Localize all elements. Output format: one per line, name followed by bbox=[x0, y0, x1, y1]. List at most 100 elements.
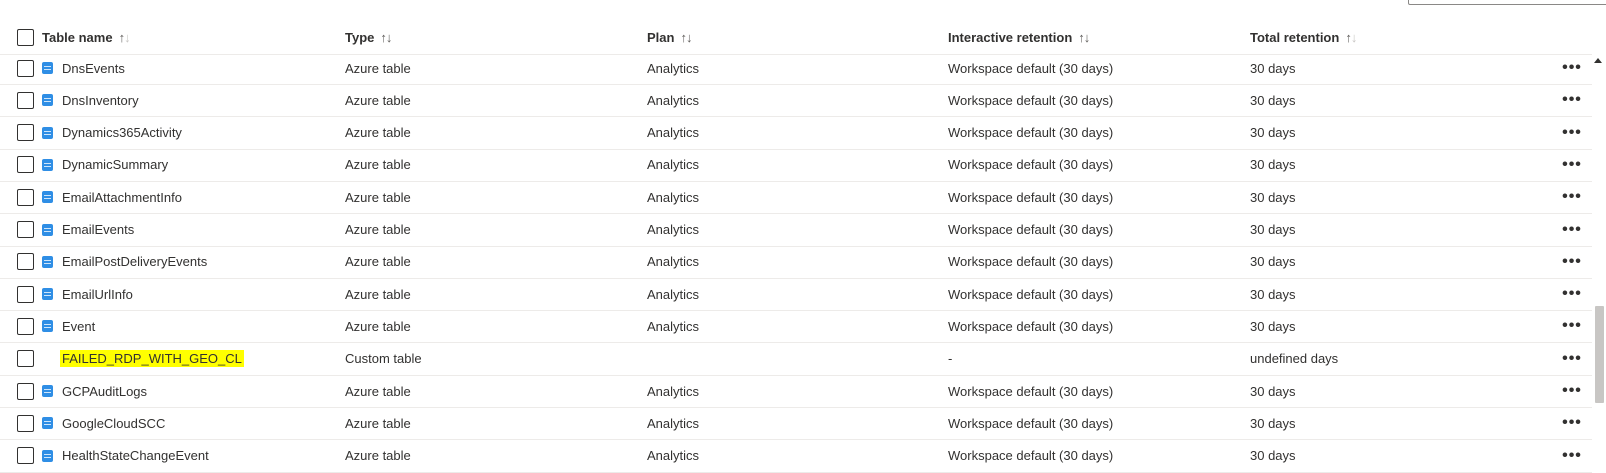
table-icon bbox=[42, 94, 53, 107]
column-header-table-name[interactable]: Table name ↑ ↓ bbox=[42, 20, 130, 54]
column-header-type[interactable]: Type ↑ ↓ bbox=[345, 20, 392, 54]
row-checkbox[interactable] bbox=[17, 317, 34, 335]
more-actions-icon[interactable]: ••• bbox=[1562, 124, 1582, 141]
type-cell: Azure table bbox=[345, 92, 411, 108]
more-actions-icon[interactable]: ••• bbox=[1562, 189, 1582, 205]
table-row[interactable]: EmailEvents Azure table Analytics Workspace… bbox=[0, 214, 1592, 247]
table-name-cell: Event bbox=[42, 310, 95, 342]
more-actions-icon[interactable]: ••• bbox=[1562, 156, 1582, 173]
table-name-cell: FAILED_RDP_WITH_GEO_CL bbox=[42, 343, 244, 375]
interactive-retention-cell: Workspace default (30 days) bbox=[948, 157, 1114, 173]
table-row[interactable]: DynamicSummary Azure table Analytics Worksp… bbox=[0, 149, 1592, 182]
row-checkbox[interactable] bbox=[17, 124, 34, 142]
sort-icon: ↑ ↓ bbox=[680, 29, 692, 45]
row-checkbox[interactable] bbox=[17, 188, 34, 206]
row-checkbox[interactable] bbox=[17, 382, 34, 400]
more-actions-icon[interactable]: ••• bbox=[1562, 350, 1582, 367]
more-actions-icon[interactable]: ••• bbox=[1562, 60, 1582, 76]
type-cell: Azure table bbox=[345, 222, 411, 237]
table-name: GoogleCloudSCC bbox=[62, 415, 166, 431]
scroll-thumb[interactable] bbox=[1595, 306, 1604, 403]
more-actions-icon[interactable]: ••• bbox=[1562, 383, 1582, 399]
total-retention-cell: 30 days bbox=[1250, 189, 1296, 205]
table-name: EmailUrlInfo bbox=[62, 286, 133, 302]
total-retention-cell: 30 days bbox=[1250, 92, 1296, 108]
row-checkbox[interactable] bbox=[17, 447, 34, 465]
more-actions-icon[interactable]: ••• bbox=[1562, 92, 1582, 108]
column-header-plan[interactable]: Plan ↑ ↓ bbox=[647, 20, 692, 54]
vertical-scrollbar[interactable] bbox=[1592, 54, 1606, 465]
plan-cell: Analytics bbox=[647, 383, 700, 399]
total-retention-cell: 30 days bbox=[1250, 222, 1296, 237]
table-row[interactable]: EmailUrlInfo Azure table Analytics Workspac… bbox=[0, 278, 1592, 312]
type-cell: Azure table bbox=[345, 286, 411, 302]
table-icon bbox=[42, 288, 53, 301]
table-row[interactable]: GoogleCloudSCC Azure table Analytics Worksp… bbox=[0, 407, 1592, 441]
column-header-total-retention[interactable]: Total retention ↑ ↓ bbox=[1250, 20, 1357, 54]
plan-cell: Analytics bbox=[647, 60, 700, 76]
type-cell: Azure table bbox=[345, 157, 411, 173]
table-icon bbox=[42, 158, 53, 171]
type-cell: Azure table bbox=[345, 415, 411, 431]
plan-cell: Analytics bbox=[647, 222, 700, 237]
scroll-up-icon[interactable] bbox=[1594, 58, 1602, 63]
table-row[interactable]: Event Azure table Analytics Workspace defau… bbox=[0, 310, 1592, 344]
plan-cell: Analytics bbox=[647, 415, 700, 431]
row-checkbox[interactable] bbox=[17, 59, 34, 77]
more-actions-icon[interactable]: ••• bbox=[1562, 253, 1582, 270]
table-name: EmailEvents bbox=[62, 222, 135, 237]
interactive-retention-cell: Workspace default (30 days) bbox=[948, 92, 1114, 108]
row-checkbox[interactable] bbox=[17, 350, 34, 368]
table-name-cell: EmailPostDeliveryEvents bbox=[42, 246, 207, 278]
sort-icon: ↑ ↓ bbox=[380, 29, 392, 45]
total-retention-cell: 30 days bbox=[1250, 60, 1296, 76]
row-checkbox[interactable] bbox=[17, 156, 34, 174]
table-name: DnsInventory bbox=[62, 92, 139, 108]
total-retention-cell: 30 days bbox=[1250, 448, 1296, 464]
interactive-retention-cell: - bbox=[948, 351, 953, 367]
plan-cell: Analytics bbox=[647, 254, 700, 270]
more-actions-icon[interactable]: ••• bbox=[1562, 286, 1582, 302]
row-checkbox[interactable] bbox=[17, 285, 34, 303]
table-row[interactable]: Dynamics365Activity Azure table Analytics W… bbox=[0, 117, 1592, 150]
table-icon bbox=[42, 255, 53, 268]
table-icon bbox=[42, 126, 53, 139]
table-row[interactable]: EmailPostDeliveryEvents Azure table Analyt… bbox=[0, 246, 1592, 279]
plan-cell: Analytics bbox=[647, 92, 700, 108]
table-row[interactable]: DnsInventory Azure table Analytics Workspac… bbox=[0, 84, 1592, 118]
table-name-cell: GoogleCloudSCC bbox=[42, 407, 165, 439]
sort-icon: ↑ ↓ bbox=[118, 29, 131, 45]
table-name: FAILED_RDP_WITH_GEO_CL bbox=[60, 350, 244, 368]
row-checkbox[interactable] bbox=[17, 414, 34, 432]
table-name: EmailPostDeliveryEvents bbox=[62, 254, 208, 270]
table-icon bbox=[42, 223, 53, 236]
table-row[interactable]: FAILED_RDP_WITH_GEO_CL Custom table - undef… bbox=[0, 343, 1592, 376]
table-name-cell: EmailEvents bbox=[42, 214, 134, 246]
table-row[interactable]: DnsEvents Azure table Analytics Workspace d… bbox=[0, 52, 1592, 85]
more-actions-icon[interactable]: ••• bbox=[1562, 415, 1582, 431]
total-retention-cell: 30 days bbox=[1250, 125, 1296, 141]
interactive-retention-cell: Workspace default (30 days) bbox=[948, 383, 1114, 399]
select-all-checkbox[interactable] bbox=[17, 28, 34, 46]
row-checkbox[interactable] bbox=[17, 221, 34, 238]
row-checkbox[interactable] bbox=[17, 253, 34, 271]
type-cell: Azure table bbox=[345, 383, 411, 399]
total-retention-cell: undefined days bbox=[1250, 351, 1339, 367]
table-name: EmailAttachmentInfo bbox=[62, 189, 182, 205]
table-name-cell: EmailUrlInfo bbox=[42, 278, 133, 310]
total-retention-cell: 30 days bbox=[1250, 254, 1296, 270]
table-name: DnsEvents bbox=[62, 60, 125, 76]
more-actions-icon[interactable]: ••• bbox=[1562, 221, 1582, 238]
table-name-cell: EmailAttachmentInfo bbox=[42, 181, 182, 213]
row-checkbox[interactable] bbox=[17, 91, 34, 109]
type-cell: Azure table bbox=[345, 125, 411, 141]
table-row[interactable]: GCPAuditLogs Azure table Analytics Workspac… bbox=[0, 375, 1592, 408]
table-row[interactable]: HealthStateChangeEvent Azure table Analyti… bbox=[0, 440, 1592, 473]
more-actions-icon[interactable]: ••• bbox=[1562, 447, 1582, 464]
more-actions-icon[interactable]: ••• bbox=[1562, 318, 1582, 334]
interactive-retention-cell: Workspace default (30 days) bbox=[948, 60, 1114, 76]
table-name-cell: HealthStateChangeEvent bbox=[42, 440, 209, 472]
column-header-interactive-retention[interactable]: Interactive retention ↑ ↓ bbox=[948, 20, 1090, 54]
table-name-cell: DnsInventory bbox=[42, 84, 139, 116]
table-row[interactable]: EmailAttachmentInfo Azure table Analytics W… bbox=[0, 181, 1592, 215]
